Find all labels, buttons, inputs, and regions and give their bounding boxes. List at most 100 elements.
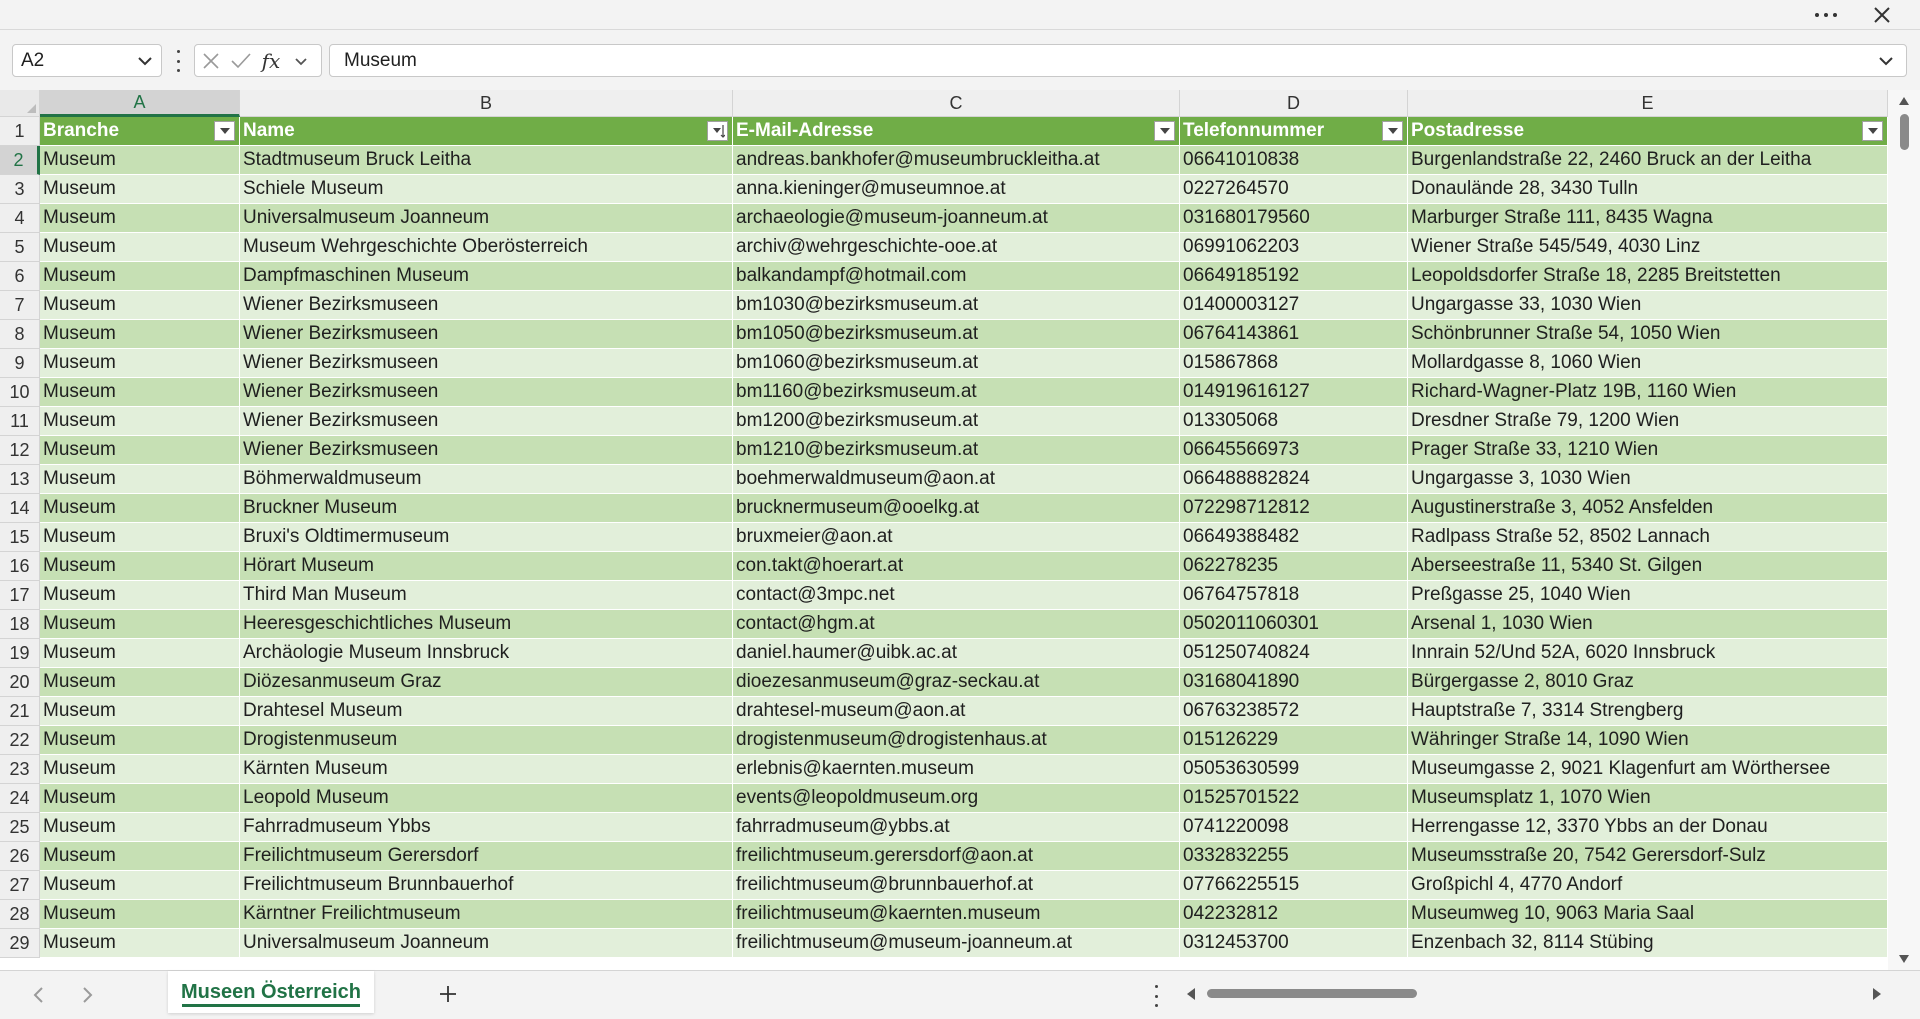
cell-telefon[interactable]: 05053630599 (1180, 755, 1408, 784)
cell-branche[interactable]: Museum (40, 204, 240, 233)
cell-telefon[interactable]: 0312453700 (1180, 929, 1408, 958)
filter-button[interactable] (214, 121, 235, 141)
cell-postadresse[interactable]: Währinger Straße 14, 1090 Wien (1408, 726, 1888, 755)
cell-telefon[interactable]: 03168041890 (1180, 668, 1408, 697)
cell-branche[interactable]: Museum (40, 755, 240, 784)
cell-email[interactable]: drahtesel-museum@aon.at (733, 697, 1180, 726)
cell-postadresse[interactable]: Mollardgasse 8, 1060 Wien (1408, 349, 1888, 378)
cell-name[interactable]: Wiener Bezirksmuseen (240, 349, 733, 378)
cell-branche[interactable]: Museum (40, 668, 240, 697)
horizontal-scrollbar[interactable] (1185, 981, 1885, 1007)
scroll-up-button[interactable] (1896, 94, 1912, 108)
cell-postadresse[interactable]: Museumsplatz 1, 1070 Wien (1408, 784, 1888, 813)
filter-button[interactable] (1862, 121, 1883, 141)
cell-postadresse[interactable]: Radlpass Straße 52, 8502 Lannach (1408, 523, 1888, 552)
cell-telefon[interactable]: 066488882824 (1180, 465, 1408, 494)
cell-email[interactable]: fahrradmuseum@ybbs.at (733, 813, 1180, 842)
cell-telefon[interactable]: 0227264570 (1180, 175, 1408, 204)
cell-branche[interactable]: Museum (40, 175, 240, 204)
cell-email[interactable]: freilichtmuseum@museum-joanneum.at (733, 929, 1180, 958)
row-header[interactable]: 28 (0, 900, 40, 929)
cancel-button[interactable] (199, 50, 223, 72)
cell-branche[interactable]: Museum (40, 813, 240, 842)
cell-email[interactable]: bm1200@bezirksmuseum.at (733, 407, 1180, 436)
cell-postadresse[interactable]: Enzenbach 32, 8114 Stübing (1408, 929, 1888, 958)
cell-name[interactable]: Böhmerwaldmuseum (240, 465, 733, 494)
cell-branche[interactable]: Museum (40, 523, 240, 552)
cell-branche[interactable]: Museum (40, 900, 240, 929)
row-header[interactable]: 22 (0, 726, 40, 755)
cell-branche[interactable]: Museum (40, 291, 240, 320)
cell-name[interactable]: Wiener Bezirksmuseen (240, 320, 733, 349)
row-header[interactable]: 1 (0, 117, 40, 146)
cell-name[interactable]: Freilichtmuseum Gerersdorf (240, 842, 733, 871)
cell-branche[interactable]: Museum (40, 262, 240, 291)
cell-email[interactable]: bm1030@bezirksmuseum.at (733, 291, 1180, 320)
row-header[interactable]: 18 (0, 610, 40, 639)
cell-name[interactable]: Diözesanmuseum Graz (240, 668, 733, 697)
cell-postadresse[interactable]: Ungargasse 3, 1030 Wien (1408, 465, 1888, 494)
scroll-down-button[interactable] (1896, 952, 1912, 966)
header-cell-branche[interactable]: Branche (40, 117, 240, 146)
row-header[interactable]: 4 (0, 204, 40, 233)
add-sheet-button[interactable] (432, 979, 464, 1009)
cell-branche[interactable]: Museum (40, 233, 240, 262)
header-cell-name[interactable]: Name (240, 117, 733, 146)
close-button[interactable] (1862, 2, 1902, 28)
formula-input[interactable]: Museum (329, 44, 1907, 77)
column-header-c[interactable]: C (733, 90, 1180, 117)
row-header[interactable]: 2 (0, 146, 40, 175)
cell-name[interactable]: Universalmuseum Joanneum (240, 204, 733, 233)
scroll-left-button[interactable] (1185, 987, 1197, 1006)
cell-name[interactable]: Heeresgeschichtliches Museum (240, 610, 733, 639)
cell-email[interactable]: archiv@wehrgeschichte-ooe.at (733, 233, 1180, 262)
cell-telefon[interactable]: 051250740824 (1180, 639, 1408, 668)
cell-email[interactable]: freilichtmuseum@kaernten.museum (733, 900, 1180, 929)
cell-branche[interactable]: Museum (40, 871, 240, 900)
cell-name[interactable]: Bruxi's Oldtimermuseum (240, 523, 733, 552)
cell-telefon[interactable]: 06764757818 (1180, 581, 1408, 610)
vertical-scroll-thumb[interactable] (1900, 114, 1909, 150)
cell-email[interactable]: archaeologie@museum-joanneum.at (733, 204, 1180, 233)
cell-branche[interactable]: Museum (40, 146, 240, 175)
cell-postadresse[interactable]: Donaulände 28, 3430 Tulln (1408, 175, 1888, 204)
chevron-down-icon[interactable] (135, 51, 155, 71)
formula-bar-options[interactable] (172, 50, 184, 72)
cell-email[interactable]: bm1210@bezirksmuseum.at (733, 436, 1180, 465)
cell-name[interactable]: Drahtesel Museum (240, 697, 733, 726)
cell-email[interactable]: drogistenmuseum@drogistenhaus.at (733, 726, 1180, 755)
column-header-e[interactable]: E (1408, 90, 1888, 117)
cell-email[interactable]: bm1050@bezirksmuseum.at (733, 320, 1180, 349)
horizontal-scroll-thumb[interactable] (1207, 989, 1417, 998)
more-options-button[interactable] (1806, 2, 1846, 28)
cell-name[interactable]: Archäologie Museum Innsbruck (240, 639, 733, 668)
name-box[interactable]: A2 (12, 44, 162, 77)
cell-branche[interactable]: Museum (40, 581, 240, 610)
cell-postadresse[interactable]: Burgenlandstraße 22, 2460 Bruck an der L… (1408, 146, 1888, 175)
sheet-tab-museen-osterreich[interactable]: Museen Österreich (168, 971, 374, 1013)
cell-telefon[interactable]: 01400003127 (1180, 291, 1408, 320)
cell-telefon[interactable]: 031680179560 (1180, 204, 1408, 233)
cell-postadresse[interactable]: Marburger Straße 111, 8435 Wagna (1408, 204, 1888, 233)
cell-name[interactable]: Freilichtmuseum Brunnbauerhof (240, 871, 733, 900)
cell-telefon[interactable]: 06649185192 (1180, 262, 1408, 291)
insert-function-button[interactable]: fx (259, 49, 283, 73)
cell-branche[interactable]: Museum (40, 610, 240, 639)
cell-name[interactable]: Schiele Museum (240, 175, 733, 204)
cell-email[interactable]: dioezesanmuseum@graz-seckau.at (733, 668, 1180, 697)
tab-bar-options[interactable] (1152, 985, 1160, 1007)
cell-name[interactable]: Museum Wehrgeschichte Oberösterreich (240, 233, 733, 262)
vertical-scrollbar[interactable] (1888, 90, 1920, 970)
cell-email[interactable]: freilichtmuseum@brunnbauerhof.at (733, 871, 1180, 900)
row-header[interactable]: 6 (0, 262, 40, 291)
filter-button[interactable] (707, 121, 728, 141)
cell-email[interactable]: andreas.bankhofer@museumbruckleitha.at (733, 146, 1180, 175)
scroll-right-button[interactable] (1871, 987, 1883, 1006)
cell-email[interactable]: freilichtmuseum.gerersdorf@aon.at (733, 842, 1180, 871)
header-cell-email[interactable]: E-Mail-Adresse (733, 117, 1180, 146)
cell-branche[interactable]: Museum (40, 842, 240, 871)
row-header[interactable]: 25 (0, 813, 40, 842)
row-header[interactable]: 23 (0, 755, 40, 784)
cell-email[interactable]: anna.kieninger@museumnoe.at (733, 175, 1180, 204)
cell-name[interactable]: Kärnten Museum (240, 755, 733, 784)
